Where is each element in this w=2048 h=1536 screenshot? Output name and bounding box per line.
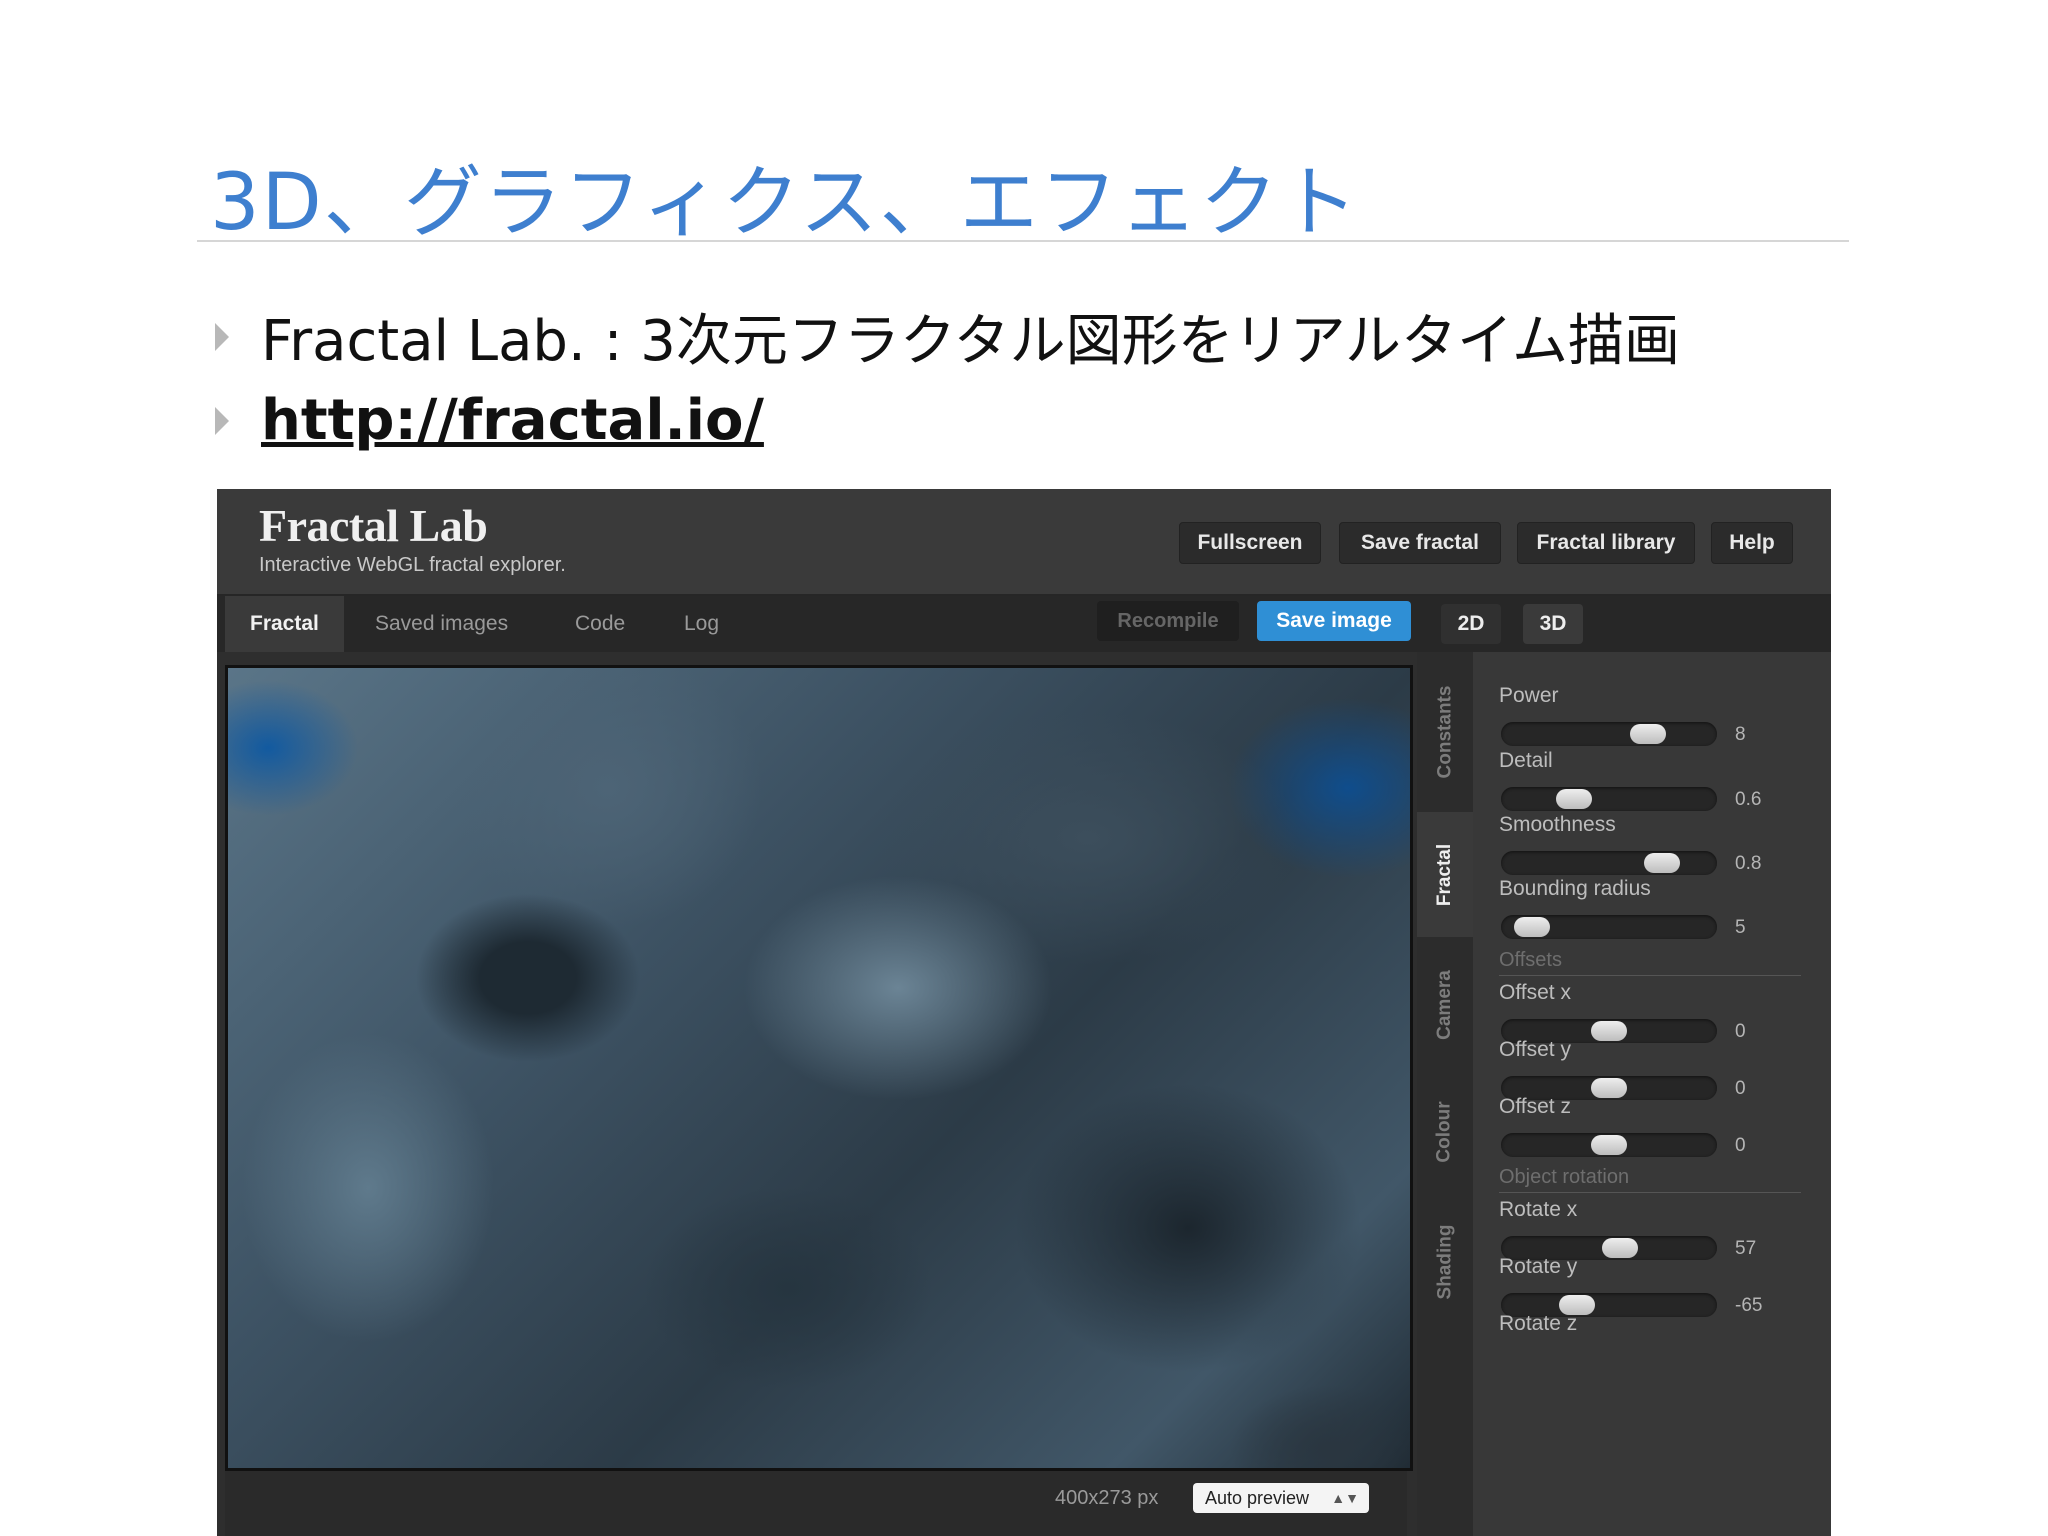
offset-z-value: 0 [1735,1135,1746,1156]
mode-switcher: 2D 3D [1417,596,1831,652]
bullet-triangle-icon [215,322,229,351]
offset-z-label: Offset z [1499,1095,1571,1118]
rotate-x-label: Rotate x [1499,1198,1578,1221]
parameter-tabs: Constants Fractal Camera Colour Shading [1417,652,1473,1536]
bounding-radius-slider[interactable] [1501,915,1717,939]
offset-x-label: Offset x [1499,981,1571,1004]
recompile-button[interactable]: Recompile [1097,601,1239,641]
detail-label: Detail [1499,749,1553,772]
mode-2d-button[interactable]: 2D [1441,604,1501,644]
slider-thumb[interactable] [1555,789,1592,809]
updown-arrows-icon: ▲▼ [1331,1490,1359,1506]
preview-mode-select[interactable]: Auto preview ▲▼ [1193,1483,1369,1513]
resolution-readout: 400x273 px [1055,1487,1159,1509]
rotate-y-value: -65 [1735,1295,1763,1316]
side-tab-constants[interactable]: Constants [1417,662,1473,802]
side-tab-label: Camera [1434,969,1455,1040]
offset-z-slider[interactable] [1501,1133,1717,1157]
viewport-footer: 400x273 px Auto preview ▲▼ [225,1471,1407,1536]
app-tagline: Interactive WebGL fractal explorer. [259,554,566,576]
detail-value: 0.6 [1735,789,1762,810]
rotate-y-label: Rotate y [1499,1255,1578,1278]
bounding-radius-label: Bounding radius [1499,877,1651,900]
detail-slider[interactable] [1501,787,1717,811]
preview-mode-value: Auto preview [1205,1488,1310,1508]
mode-3d-button[interactable]: 3D [1523,604,1583,644]
app-header: Fractal Lab Interactive WebGL fractal ex… [217,489,1831,596]
slider-thumb[interactable] [1591,1021,1627,1041]
slide-title: 3D、グラフィクス、エフェクト [210,158,1360,248]
bullet-text: Fractal Lab. : 3次元フラクタル図形をリアルタイム描画 [261,309,1680,374]
power-value: 8 [1735,724,1746,745]
section-divider [1499,975,1801,976]
tab-fractal[interactable]: Fractal [225,596,344,652]
fractal-link[interactable]: http://fractal.io/ [261,388,764,453]
bullet-item: Fractal Lab. : 3次元フラクタル図形をリアルタイム描画 [215,296,1680,377]
offsets-section-heading: Offsets [1499,949,1562,971]
power-label: Power [1499,684,1559,707]
fractal-lab-app: Fractal Lab Interactive WebGL fractal ex… [217,489,1831,1536]
bullet-item: http://fractal.io/ [215,388,764,453]
rotate-x-value: 57 [1735,1238,1757,1259]
side-tab-camera[interactable]: Camera [1417,942,1473,1067]
tab-saved-images[interactable]: Saved images [375,596,508,652]
slider-thumb[interactable] [1591,1135,1627,1155]
slider-thumb[interactable] [1629,724,1666,744]
tab-log[interactable]: Log [684,596,719,652]
bounding-radius-value: 5 [1735,917,1746,938]
power-slider[interactable] [1501,722,1717,746]
side-tab-label: Constants [1434,685,1455,779]
app-logo[interactable]: Fractal Lab [259,499,488,552]
side-tab-label: Fractal [1434,843,1455,906]
slider-thumb[interactable] [1643,853,1680,873]
fractal-library-button[interactable]: Fractal library [1517,522,1695,564]
tab-code[interactable]: Code [575,596,625,652]
save-image-button[interactable]: Save image [1257,601,1411,641]
slider-thumb[interactable] [1591,1078,1627,1098]
save-fractal-button[interactable]: Save fractal [1339,522,1501,564]
offset-x-value: 0 [1735,1021,1746,1042]
help-button[interactable]: Help [1711,522,1793,564]
rotation-section-heading: Object rotation [1499,1166,1630,1188]
offset-y-label: Offset y [1499,1038,1571,1061]
smoothness-slider[interactable] [1501,851,1717,875]
slider-thumb[interactable] [1513,917,1550,937]
side-tab-shading[interactable]: Shading [1417,1197,1473,1327]
section-divider [1499,1192,1801,1193]
rotate-z-label: Rotate z [1499,1312,1578,1335]
side-tab-label: Colour [1434,1101,1455,1163]
side-tab-fractal[interactable]: Fractal [1417,812,1473,937]
parameter-panel: Power 8 Detail 0.6 Smoothness 0.8 Boundi… [1473,652,1831,1536]
side-tab-colour[interactable]: Colour [1417,1072,1473,1192]
fullscreen-button[interactable]: Fullscreen [1179,522,1321,564]
side-tab-label: Shading [1434,1224,1456,1300]
slider-thumb[interactable] [1601,1238,1638,1258]
smoothness-value: 0.8 [1735,853,1762,874]
bullet-triangle-icon [215,406,229,435]
title-divider [197,240,1849,242]
offset-y-value: 0 [1735,1078,1746,1099]
smoothness-label: Smoothness [1499,813,1616,836]
fractal-render-canvas[interactable] [225,665,1413,1471]
